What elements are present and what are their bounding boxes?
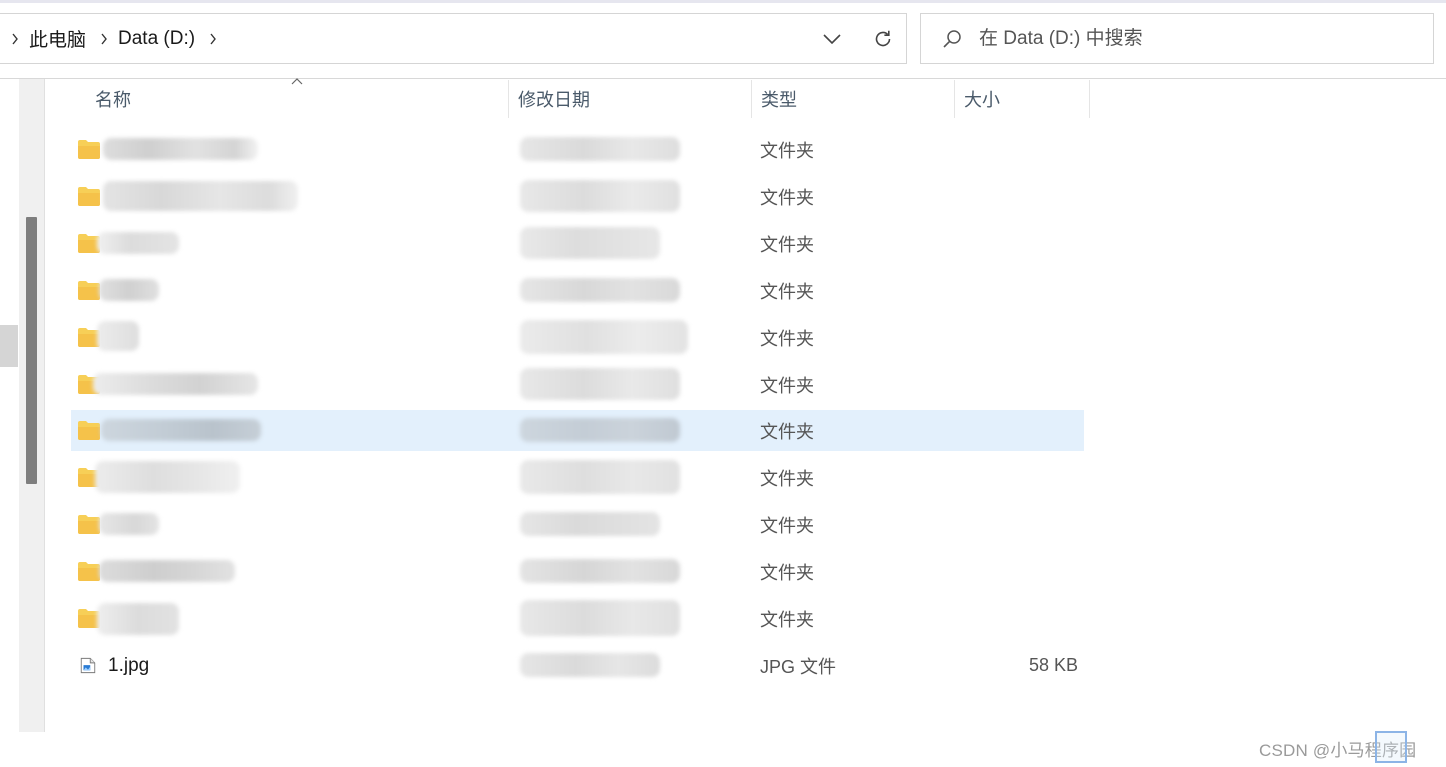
chevron-right-icon[interactable] — [98, 14, 110, 63]
file-type: 文件夹 — [760, 421, 814, 442]
image-file-icon — [80, 657, 96, 674]
search-box[interactable] — [920, 13, 1434, 64]
column-divider[interactable] — [954, 80, 955, 118]
column-divider[interactable] — [508, 80, 509, 118]
obscured-date — [520, 278, 680, 302]
obscured-date — [520, 368, 680, 400]
navigation-pane — [0, 79, 19, 732]
folder-icon — [78, 140, 100, 159]
obscured-name — [93, 373, 258, 395]
list-item[interactable]: 文件夹 — [71, 598, 1084, 639]
file-type: 文件夹 — [760, 468, 814, 489]
chevron-right-icon[interactable] — [9, 14, 21, 63]
file-size: 58 KB — [1028, 655, 1078, 675]
folder-icon — [78, 515, 100, 534]
file-type: 文件夹 — [760, 140, 814, 161]
file-type: 文件夹 — [760, 609, 814, 630]
file-type: 文件夹 — [760, 515, 814, 536]
file-type: 文件夹 — [760, 375, 814, 396]
list-item[interactable]: 文件夹 — [71, 364, 1084, 405]
list-item[interactable]: 文件夹 — [71, 129, 1084, 170]
obscured-date — [520, 460, 680, 494]
chevron-right-icon[interactable] — [207, 14, 219, 63]
column-header-modified[interactable]: 修改日期 — [518, 80, 738, 118]
navigation-item-highlight[interactable] — [0, 325, 18, 367]
list-item[interactable]: 文件夹 — [71, 270, 1084, 311]
obscured-name — [97, 321, 139, 351]
obscured-date — [520, 418, 680, 442]
file-type: 文件夹 — [760, 328, 814, 349]
folder-icon — [78, 421, 100, 440]
breadcrumb: 此电脑 Data (D:) — [9, 14, 219, 63]
refresh-button[interactable] — [863, 14, 903, 63]
list-item[interactable]: 文件夹 — [71, 504, 1084, 545]
folder-icon — [78, 562, 100, 581]
column-header-name[interactable]: 名称 — [95, 80, 495, 118]
obscured-date — [520, 320, 688, 354]
breadcrumb-item-data-drive[interactable]: Data (D:) — [110, 28, 207, 50]
column-header-size[interactable]: 大小 — [964, 80, 1074, 118]
list-item[interactable]: 文件夹 — [71, 223, 1084, 264]
obscured-date — [520, 137, 680, 161]
list-item[interactable]: 文件夹 — [71, 457, 1084, 498]
file-type: 文件夹 — [760, 281, 814, 302]
search-input[interactable] — [979, 14, 1419, 63]
breadcrumb-item-this-pc[interactable]: 此电脑 — [21, 25, 98, 52]
obscured-date — [520, 600, 680, 636]
list-item[interactable]: 文件夹 — [71, 551, 1084, 592]
obscured-date — [520, 559, 680, 583]
content-divider — [0, 78, 1446, 79]
navigation-scrollbar-thumb[interactable] — [26, 217, 37, 484]
file-name[interactable]: 1.jpg — [108, 645, 149, 686]
column-divider[interactable] — [751, 80, 752, 118]
address-bar[interactable]: 此电脑 Data (D:) — [0, 13, 907, 64]
file-type: 文件夹 — [760, 234, 814, 255]
obscured-name — [99, 513, 159, 535]
list-item[interactable]: 1.jpg JPG 文件 58 KB — [71, 645, 1084, 686]
file-type: 文件夹 — [760, 187, 814, 208]
selection-box — [1375, 731, 1407, 763]
obscured-date — [520, 227, 660, 259]
list-item[interactable]: 文件夹 — [71, 317, 1084, 358]
obscured-date — [520, 180, 680, 212]
list-item-selected[interactable]: 文件夹 — [71, 410, 1084, 451]
obscured-name — [97, 232, 179, 254]
refresh-icon — [875, 30, 891, 46]
file-type: 文件夹 — [760, 562, 814, 583]
obscured-name — [103, 138, 258, 160]
obscured-name — [95, 461, 240, 493]
folder-icon — [78, 281, 100, 300]
column-divider[interactable] — [1089, 80, 1090, 118]
list-item[interactable]: 文件夹 — [71, 176, 1084, 217]
chevron-down-icon — [823, 33, 841, 44]
obscured-name — [99, 279, 159, 301]
obscured-name — [97, 603, 179, 635]
folder-icon — [78, 187, 100, 206]
window-top-edge — [0, 0, 1446, 3]
column-header-type[interactable]: 类型 — [761, 80, 941, 118]
obscured-date — [520, 653, 660, 677]
obscured-date — [520, 512, 660, 536]
address-history-dropdown-button[interactable] — [812, 14, 852, 63]
obscured-name — [101, 419, 261, 441]
file-type: JPG 文件 — [760, 656, 837, 677]
obscured-name — [103, 181, 298, 211]
search-icon — [943, 30, 961, 48]
obscured-name — [99, 560, 235, 582]
